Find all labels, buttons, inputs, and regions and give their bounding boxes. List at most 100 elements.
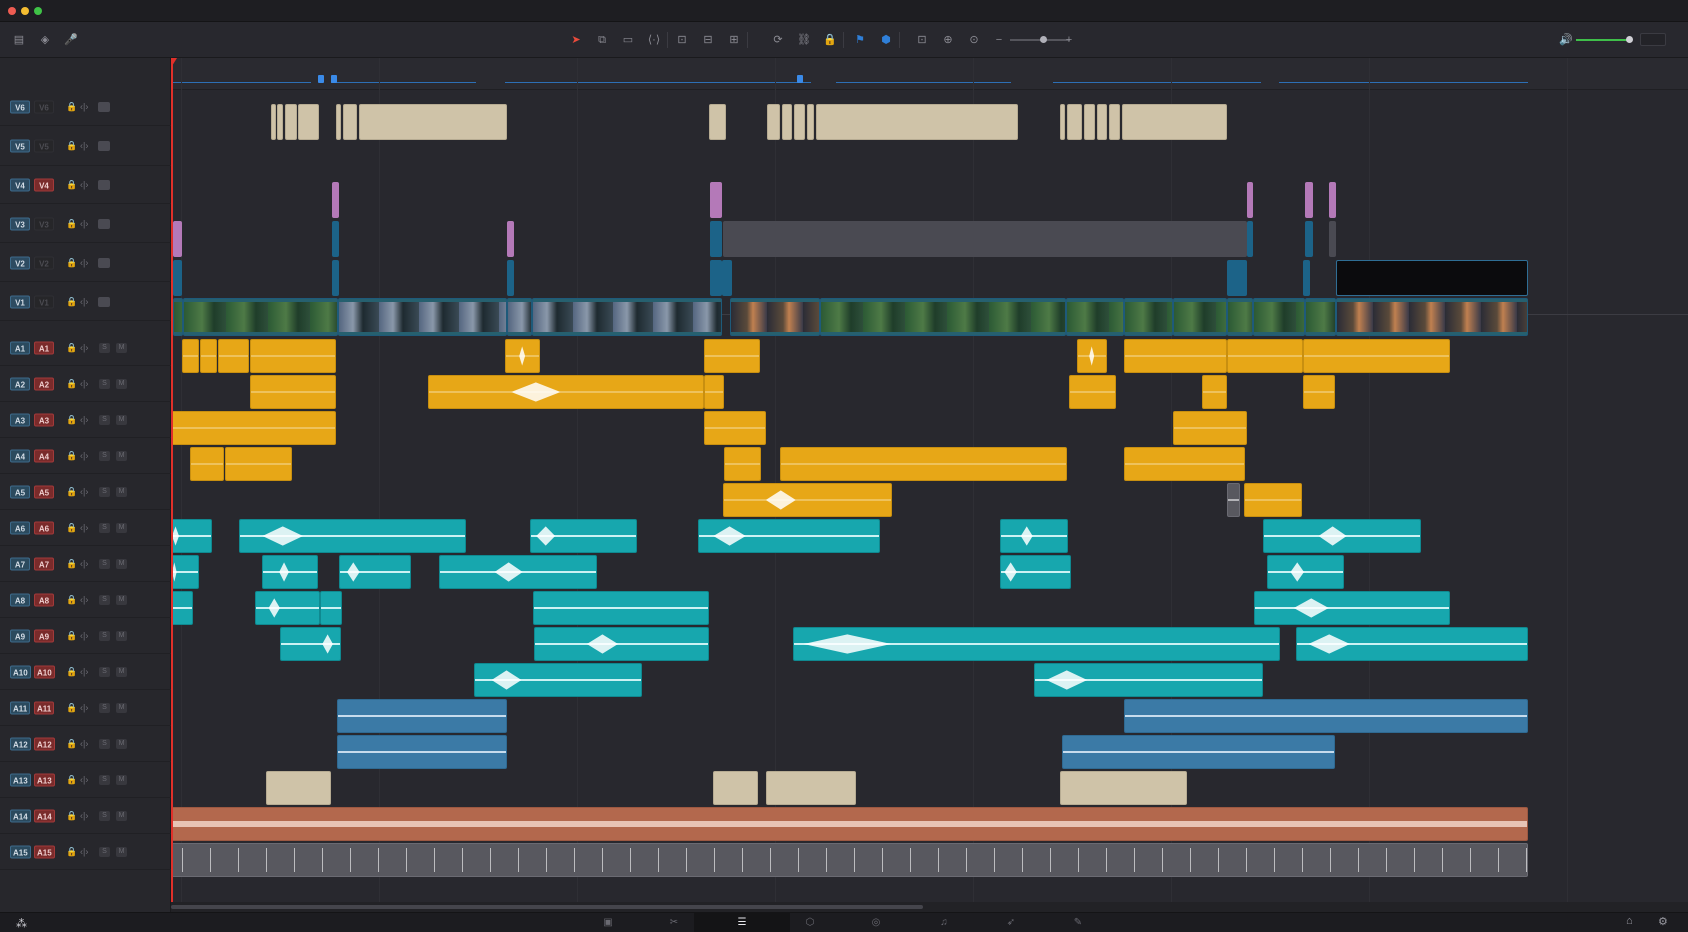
audio-clip[interactable] [171,411,336,445]
audio-clip[interactable] [255,591,320,625]
solo-button[interactable]: S [99,846,110,857]
audio-clip[interactable] [218,339,249,373]
mute-button[interactable]: M [116,378,127,389]
video-clip[interactable] [1305,221,1313,257]
audio-clip[interactable] [1077,339,1107,373]
audio-clip[interactable] [534,627,709,661]
audio-clip[interactable] [780,447,1067,481]
solo-button[interactable]: S [99,738,110,749]
title-clip[interactable] [277,104,283,140]
audio-clip[interactable] [723,483,892,517]
video-clip[interactable] [1305,182,1313,218]
full-extent-zoom-icon[interactable]: ⊡ [912,32,932,48]
track-id-badge[interactable]: V2 [10,256,30,269]
fairlight-page-icon[interactable]: ♫ [934,915,954,931]
auto-select-icon[interactable]: ‹|› [80,595,88,604]
audio-clip[interactable] [766,771,856,805]
zoom-in-button[interactable]: + [1062,32,1076,48]
video-clip[interactable] [338,298,507,336]
video-clip[interactable] [507,298,532,336]
title-clip[interactable] [767,104,780,140]
title-clip[interactable] [1060,104,1065,140]
enable-track-icon[interactable] [98,218,110,229]
auto-select-icon[interactable]: ‹|› [80,631,88,640]
auto-select-icon[interactable]: ‹|› [80,379,88,388]
linked-selection-icon[interactable]: ⛓ [794,32,814,48]
lock-track-icon[interactable]: 🔒 [66,811,77,820]
speaker-icon[interactable]: 🔊 [1558,32,1574,48]
lock-track-icon[interactable]: 🔒 [66,559,77,568]
title-clip[interactable] [709,104,726,140]
destination-control[interactable]: A2 [34,377,54,390]
audio-clip[interactable] [1069,375,1116,409]
solo-button[interactable]: S [99,450,110,461]
audio-clip[interactable] [250,339,336,373]
lock-track-icon[interactable]: 🔒 [66,102,77,111]
video-clip[interactable] [1303,260,1310,296]
pencil-page-icon[interactable]: ✎ [1068,915,1088,931]
video-clip[interactable] [710,182,722,218]
mute-button[interactable]: M [116,666,127,677]
track-id-badge[interactable]: A3 [10,413,30,426]
video-clip[interactable] [1305,298,1336,336]
timeline-horizontal-scrollbar[interactable] [171,902,1688,912]
mute-button[interactable]: M [116,486,127,497]
auto-select-icon[interactable]: ‹|› [80,847,88,856]
flag-icon[interactable]: ⚑ [850,32,870,48]
track-id-badge[interactable]: A7 [10,557,30,570]
enable-track-icon[interactable] [98,141,110,151]
title-clip[interactable] [1097,104,1107,140]
audio-clip[interactable] [262,555,318,589]
video-clip[interactable] [1247,221,1253,257]
detail-zoom-icon[interactable]: ⊕ [938,32,958,48]
track-id-badge[interactable]: V1 [10,295,30,308]
black-solid-clip[interactable] [1336,260,1528,296]
audio-clip[interactable] [439,555,597,589]
edit-page-icon[interactable]: ☰ [732,915,752,931]
lock-track-icon[interactable]: 🔒 [66,775,77,784]
video-clip[interactable] [173,221,182,257]
lock-track-icon[interactable]: 🔒 [66,219,77,228]
audio-clip[interactable] [337,699,507,733]
video-clip[interactable] [1173,298,1227,336]
audio-clip[interactable] [533,591,709,625]
destination-control[interactable]: A13 [34,773,55,786]
auto-select-icon[interactable]: ‹|› [80,415,88,424]
mute-button[interactable]: M [116,558,127,569]
video-clip[interactable] [507,260,514,296]
auto-select-icon[interactable]: ‹|› [80,141,88,151]
lock-track-icon[interactable]: 🔒 [66,667,77,676]
solo-button[interactable]: S [99,342,110,353]
blade-edit-icon[interactable]: ◈ [36,32,54,48]
destination-control[interactable]: V6 [34,100,54,113]
solo-button[interactable]: S [99,774,110,785]
destination-control[interactable]: A5 [34,485,54,498]
audio-clip[interactable] [1034,663,1263,697]
auto-select-icon[interactable]: ‹|› [80,297,88,306]
video-clip[interactable] [1336,298,1528,336]
volume-slider[interactable] [1576,39,1632,41]
auto-select-icon[interactable]: ‹|› [80,451,88,460]
lock-track-icon[interactable]: 🔒 [66,180,77,189]
track-id-badge[interactable]: A11 [10,701,31,714]
video-clip[interactable] [332,182,339,218]
lock-track-icon[interactable]: 🔒 [66,847,77,856]
video-clip[interactable] [183,298,338,336]
audio-clip[interactable] [225,447,292,481]
video-clip[interactable] [332,221,339,257]
media-page-icon[interactable]: ▣ [598,915,618,931]
destination-control[interactable]: A15 [34,845,55,858]
dynamic-trim-icon[interactable]: ⟨·⟩ [644,32,664,48]
lock-track-icon[interactable]: 🔒 [66,595,77,604]
title-clip[interactable] [359,104,507,140]
layout-icon[interactable]: ▤ [10,32,28,48]
audio-clip[interactable] [428,375,704,409]
track-id-badge[interactable]: A14 [10,809,31,822]
insert-clip-icon[interactable]: ⊡ [672,32,692,48]
auto-select-icon[interactable]: ‹|› [80,775,88,784]
title-clip[interactable] [336,104,341,140]
lock-track-icon[interactable]: 🔒 [66,258,77,267]
video-clip[interactable] [1227,260,1247,296]
destination-control[interactable]: A8 [34,593,54,606]
solo-button[interactable]: S [99,666,110,677]
